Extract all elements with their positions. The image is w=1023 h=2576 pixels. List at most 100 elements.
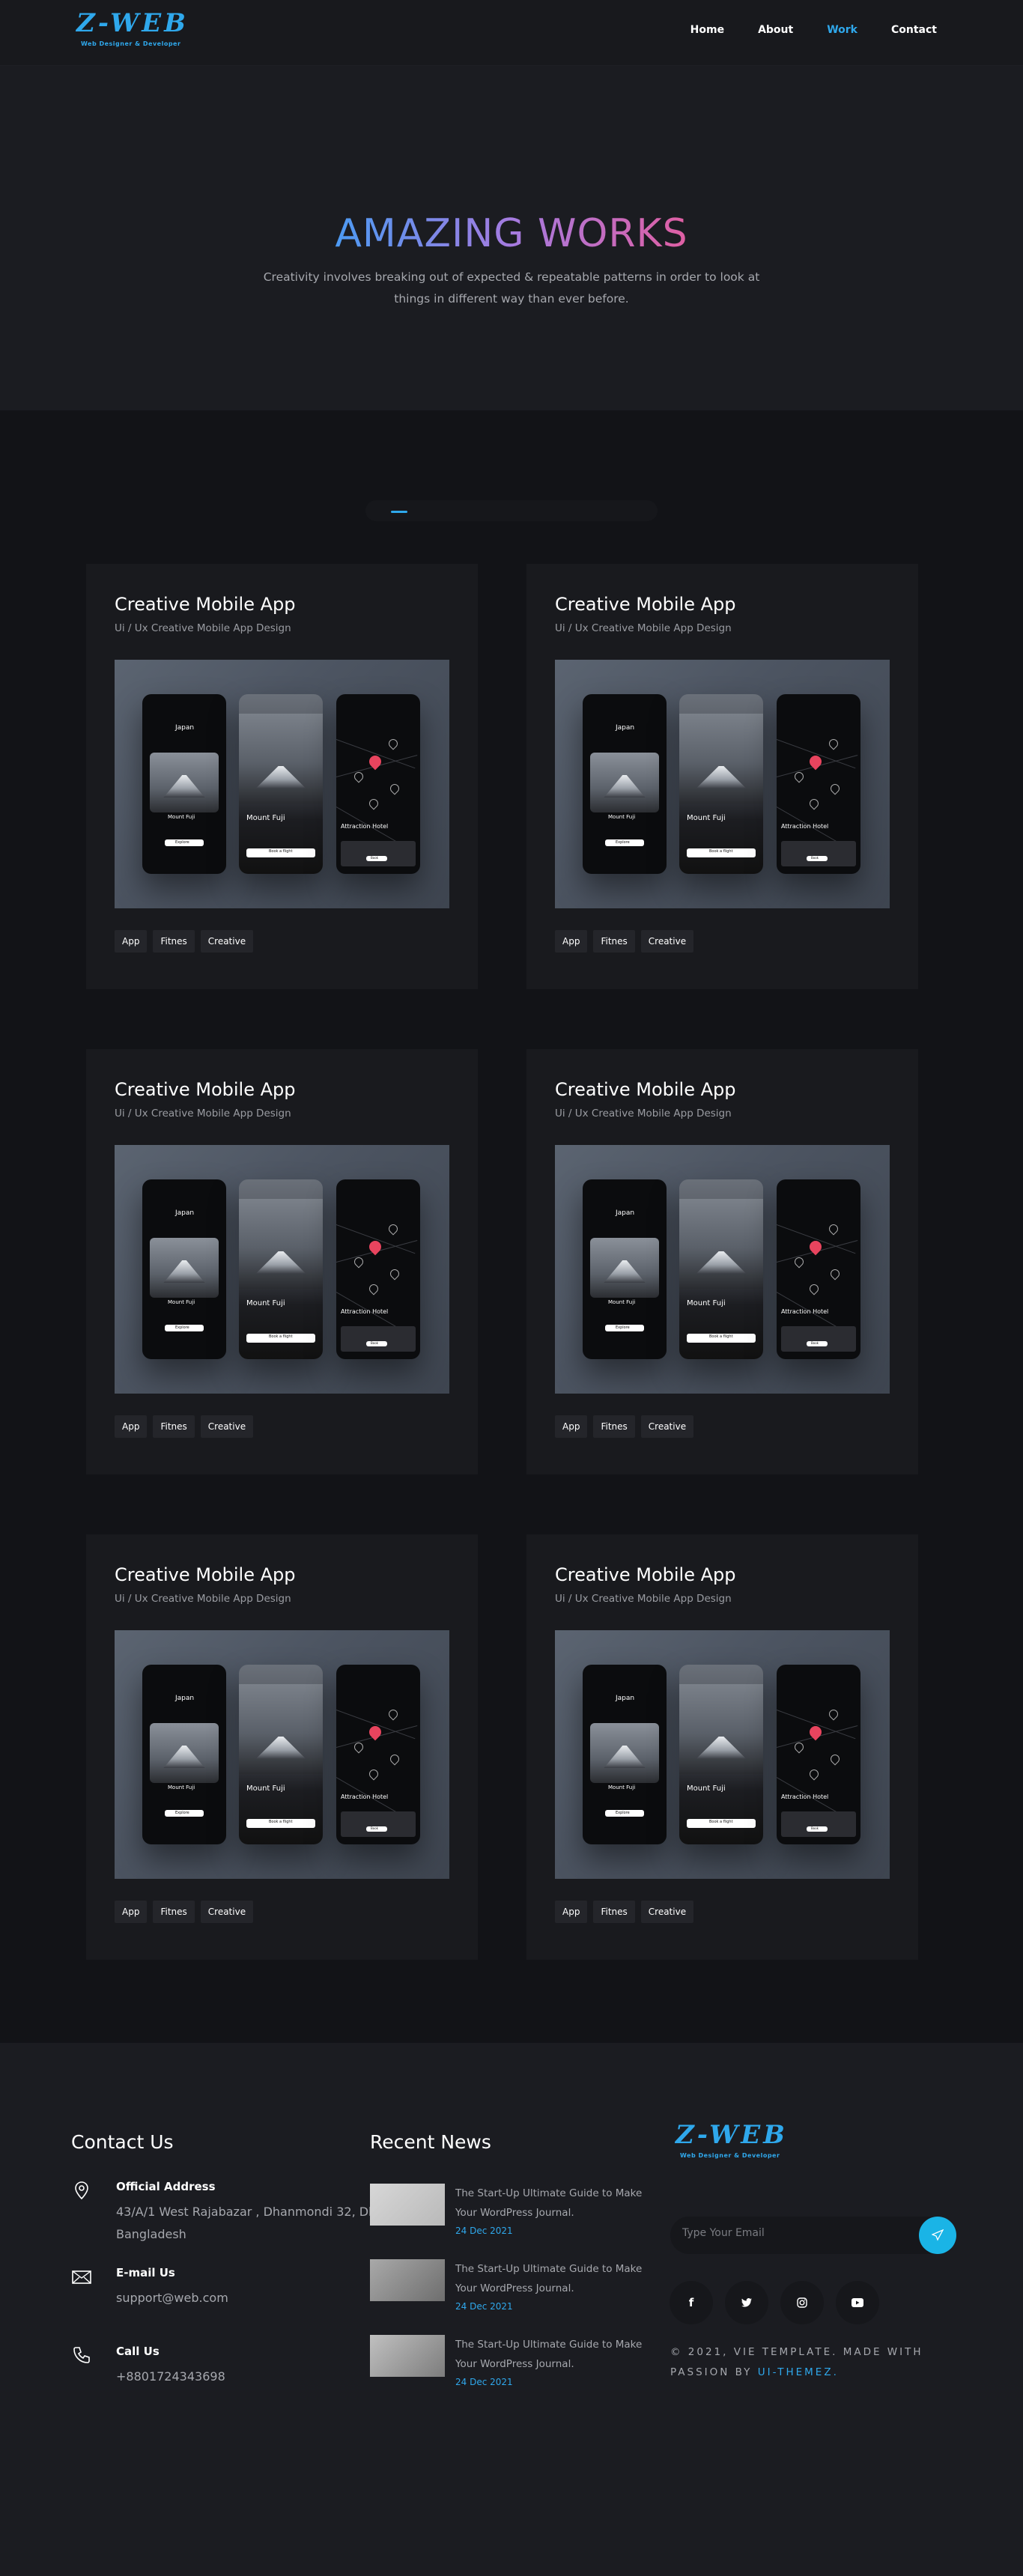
mockup-card-label: Mount Fuji [608, 1299, 636, 1305]
main-menu: Home About Work Contact [690, 24, 937, 36]
nav-item-home[interactable]: Home [690, 24, 724, 36]
news-item-title[interactable]: The Start-Up Ultimate Guide to Make Your… [455, 2335, 643, 2374]
map-pin-icon [386, 1707, 400, 1721]
tag[interactable]: Fitnes [153, 1901, 195, 1923]
news-item[interactable]: The Start-Up Ultimate Guide to Make Your… [370, 2259, 643, 2312]
mockup-japan-label: Japan [175, 724, 195, 732]
news-item-title[interactable]: The Start-Up Ultimate Guide to Make Your… [455, 2184, 643, 2223]
tag[interactable]: Fitnes [153, 930, 195, 953]
mockup-hotel-title: Attraction Hotel [341, 1308, 389, 1315]
nav-item-contact[interactable]: Contact [891, 24, 937, 36]
location-pin-icon [75, 2181, 88, 2200]
work-card-image[interactable]: Japan Mount Fuji Explore Mount Fuji Book… [115, 1145, 449, 1394]
work-card-image[interactable]: Japan Mount Fuji Explore Mount Fuji Book… [555, 660, 890, 908]
tag[interactable]: App [115, 1901, 148, 1923]
mockup-book-flight-label: Book a flight [709, 1820, 733, 1824]
youtube-icon[interactable] [836, 2281, 879, 2324]
tag[interactable]: App [115, 1415, 148, 1438]
phone-mockup-1: Japan Mount Fuji Explore [142, 694, 226, 874]
mockup-book-flight-label: Book a flight [269, 1334, 293, 1339]
work-card-title[interactable]: Creative Mobile App [555, 594, 736, 615]
newsletter-form [670, 2217, 956, 2254]
mockup-fuji-title: Mount Fuji [246, 814, 285, 822]
tag[interactable]: Creative [640, 1415, 694, 1438]
nav-item-work[interactable]: Work [827, 24, 857, 36]
address-label: Official Address [116, 2180, 216, 2193]
work-card-image[interactable]: Japan Mount Fuji Explore Mount Fuji Book… [555, 1145, 890, 1394]
twitter-icon[interactable] [725, 2281, 768, 2324]
news-item[interactable]: The Start-Up Ultimate Guide to Make Your… [370, 2335, 643, 2387]
news-item-title[interactable]: The Start-Up Ultimate Guide to Make Your… [455, 2259, 643, 2298]
tag[interactable]: App [555, 1415, 588, 1438]
news-thumbnail [370, 2259, 445, 2301]
copyright-text: © 2021, VIE TEMPLATE. MADE WITH PASSION … [670, 2342, 925, 2383]
paper-plane-icon [932, 2229, 944, 2241]
site-logo[interactable]: Z-WEB Web Designer & Developer [76, 10, 189, 47]
work-card-title[interactable]: Creative Mobile App [115, 1564, 296, 1585]
copyright-brand-link[interactable]: UI-THEMEZ. [758, 2366, 839, 2378]
mockup-hotel-card [781, 841, 856, 866]
tag[interactable]: Fitnes [153, 1415, 195, 1438]
tag[interactable]: Creative [200, 1415, 254, 1438]
work-card-title[interactable]: Creative Mobile App [555, 1079, 736, 1100]
mockup-hotel-card [781, 1811, 856, 1837]
mockup-fuji-image [679, 714, 763, 804]
tag[interactable]: Fitnes [593, 930, 635, 953]
work-card[interactable]: Creative Mobile App Ui / Ux Creative Mob… [526, 1049, 918, 1474]
tag[interactable]: App [115, 930, 148, 953]
facebook-icon[interactable]: f [670, 2281, 713, 2324]
phone-mockup-3: Attraction Hotel Book [336, 1665, 420, 1844]
work-card-title[interactable]: Creative Mobile App [115, 594, 296, 615]
tag[interactable]: Creative [200, 1901, 254, 1923]
tag[interactable]: Fitnes [593, 1901, 635, 1923]
work-filter-bar[interactable] [365, 500, 658, 521]
mockup-japan-label: Japan [175, 1695, 195, 1702]
phone-mockup-1: Japan Mount Fuji Explore [142, 1179, 226, 1359]
work-card[interactable]: Creative Mobile App Ui / Ux Creative Mob… [526, 564, 918, 989]
work-card-title[interactable]: Creative Mobile App [115, 1079, 296, 1100]
works-section: Creative Mobile App Ui / Ux Creative Mob… [0, 410, 1023, 2043]
mockup-book-label: Book [811, 1341, 819, 1345]
phone-mockup-3: Attraction Hotel Book [336, 694, 420, 874]
mockup-fuji-image [239, 1199, 323, 1289]
filter-active-indicator [391, 511, 407, 513]
phone-mockup-2: Mount Fuji Book a flight [239, 694, 323, 874]
footer-logo-tagline: Web Designer & Developer [680, 2152, 780, 2159]
tag[interactable]: App [555, 1901, 588, 1923]
nav-item-about[interactable]: About [758, 24, 793, 36]
map-pin-icon [828, 1267, 842, 1281]
mockup-hotel-title: Attraction Hotel [341, 1793, 389, 1800]
newsletter-email-input[interactable] [682, 2227, 892, 2239]
work-card[interactable]: Creative Mobile App Ui / Ux Creative Mob… [86, 1049, 478, 1474]
mockup-mountain-image [150, 753, 219, 812]
work-card-tags: App Fitnes Creative [115, 930, 254, 953]
map-pin-icon [807, 1282, 821, 1295]
work-card[interactable]: Creative Mobile App Ui / Ux Creative Mob… [86, 564, 478, 989]
mockup-explore-label: Explore [616, 1811, 630, 1815]
map-pin-icon [367, 797, 380, 810]
tag[interactable]: Creative [200, 930, 254, 953]
work-card-tags: App Fitnes Creative [555, 1901, 694, 1923]
tag[interactable]: Creative [640, 1901, 694, 1923]
news-item[interactable]: The Start-Up Ultimate Guide to Make Your… [370, 2184, 643, 2236]
phone-mockup-2: Mount Fuji Book a flight [239, 1179, 323, 1359]
footer-logo[interactable]: Z-WEB Web Designer & Developer [676, 2122, 788, 2159]
logo-tagline: Web Designer & Developer [81, 40, 181, 47]
work-card[interactable]: Creative Mobile App Ui / Ux Creative Mob… [86, 1534, 478, 1960]
work-card-image[interactable]: Japan Mount Fuji Explore Mount Fuji Book… [555, 1630, 890, 1879]
work-card-image[interactable]: Japan Mount Fuji Explore Mount Fuji Book… [115, 1630, 449, 1879]
map-pin-icon [386, 737, 400, 750]
mockup-book-flight-label: Book a flight [269, 849, 293, 854]
mockup-mountain-image [150, 1238, 219, 1298]
map-pin-icon [827, 1707, 840, 1721]
work-card-title[interactable]: Creative Mobile App [555, 1564, 736, 1585]
tag[interactable]: Creative [640, 930, 694, 953]
tag[interactable]: Fitnes [593, 1415, 635, 1438]
instagram-icon[interactable] [780, 2281, 824, 2324]
newsletter-send-button[interactable] [919, 2217, 956, 2254]
work-card-image[interactable]: Japan Mount Fuji Explore Mount Fuji Book… [115, 660, 449, 908]
top-navbar: Z-WEB Web Designer & Developer Home Abou… [0, 0, 1023, 66]
call-label: Call Us [116, 2345, 160, 2358]
work-card[interactable]: Creative Mobile App Ui / Ux Creative Mob… [526, 1534, 918, 1960]
tag[interactable]: App [555, 930, 588, 953]
